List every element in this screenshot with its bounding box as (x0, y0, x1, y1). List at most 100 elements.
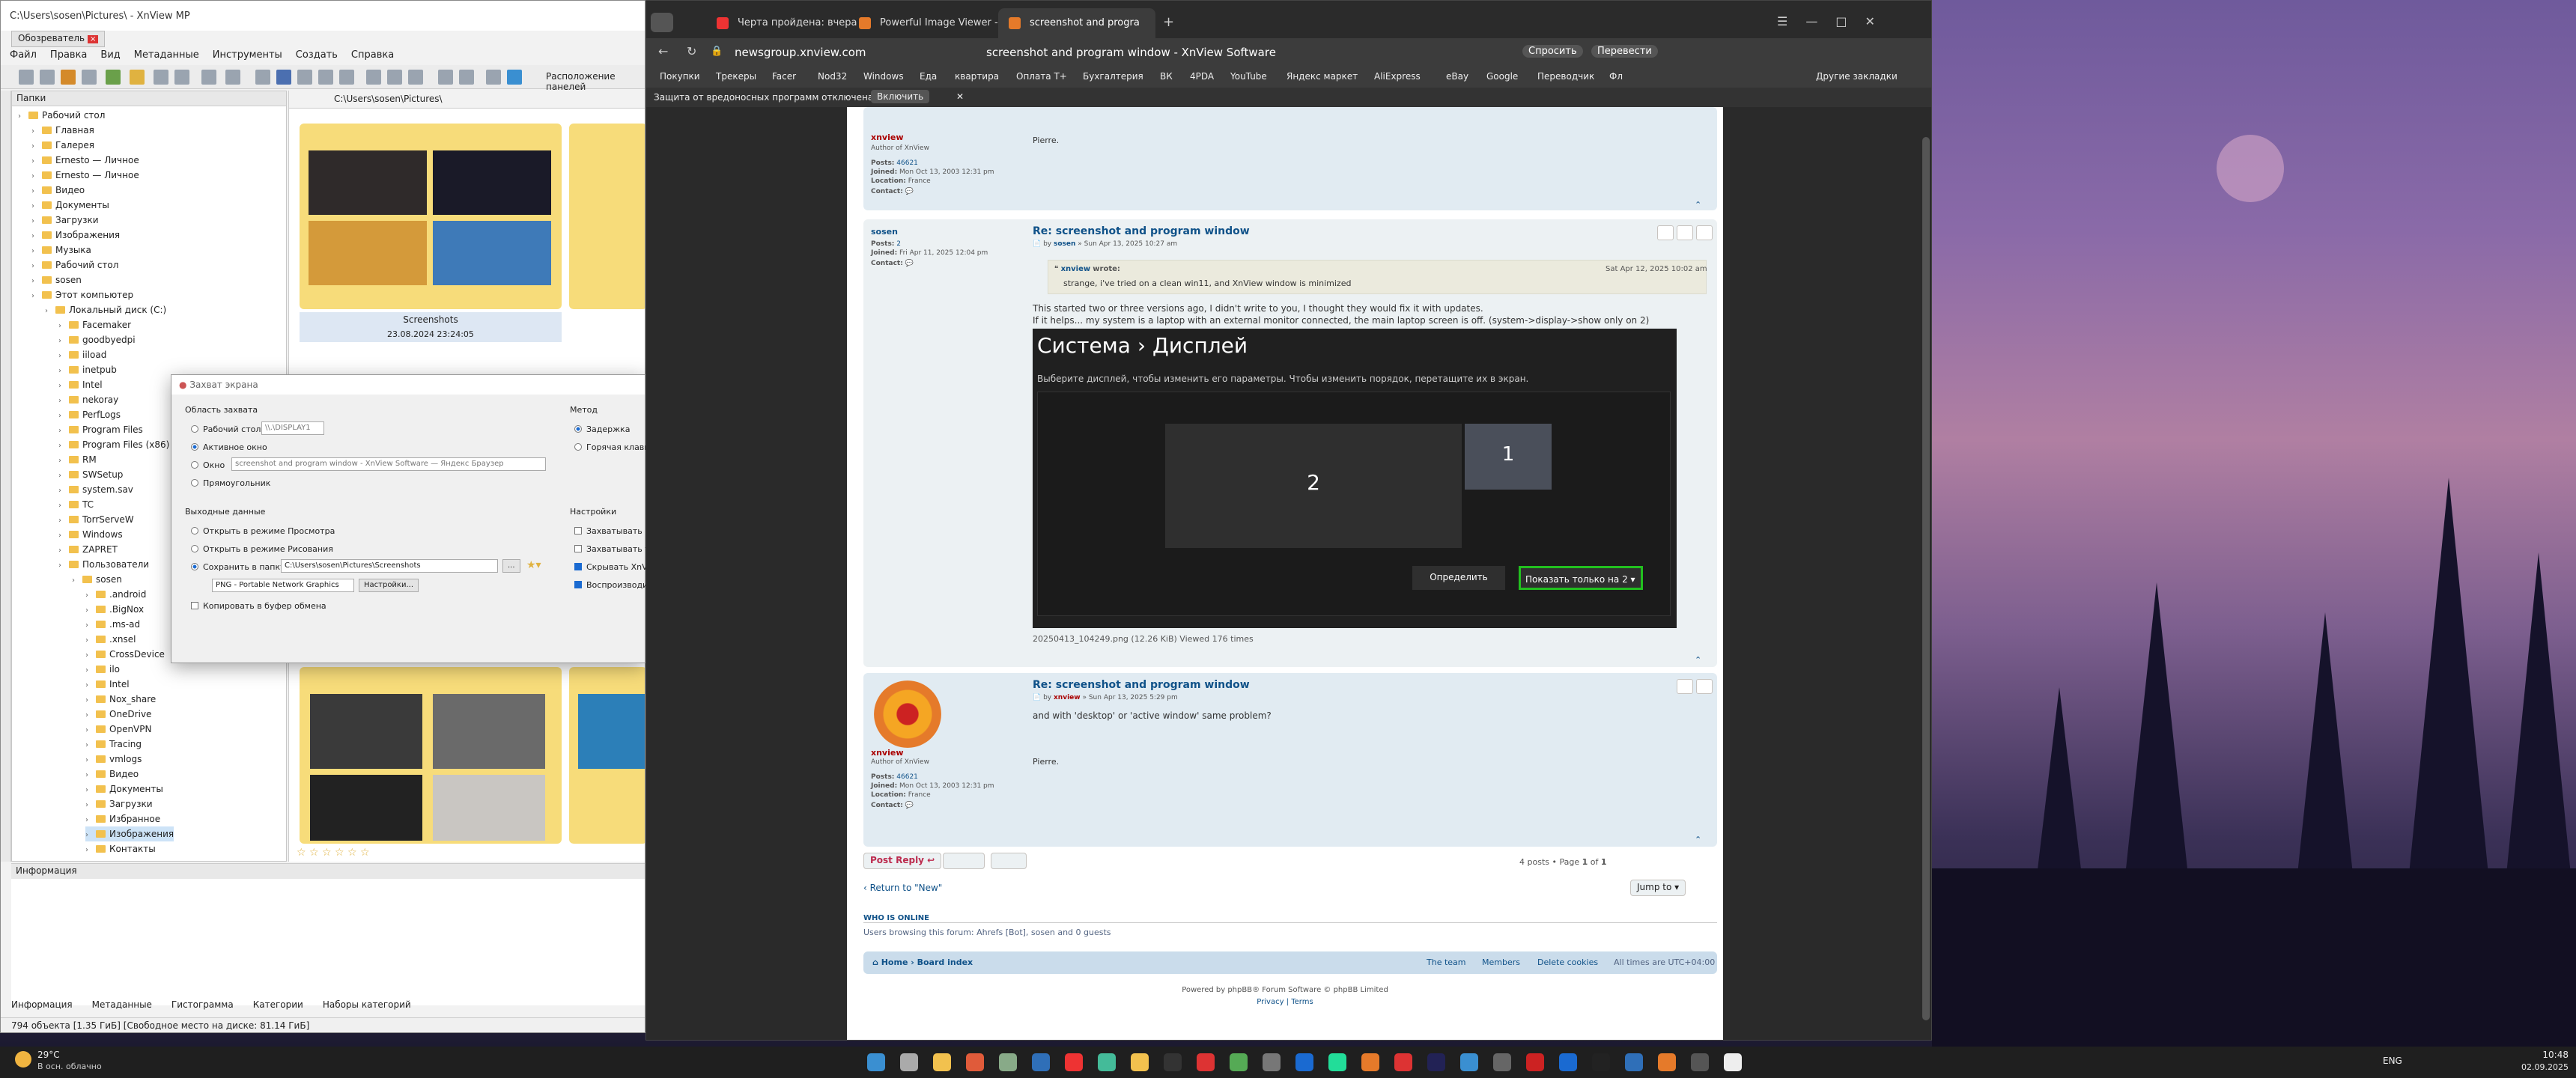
tree-item[interactable]: › Видео (31, 183, 85, 198)
chevron-right-icon[interactable]: › (31, 184, 39, 199)
chevron-right-icon[interactable]: › (31, 289, 39, 304)
folder-thumbnail[interactable] (300, 667, 562, 844)
bookmark-item[interactable]: Faсer (772, 71, 796, 82)
enable-button[interactable]: Включить (871, 90, 930, 103)
info-tab[interactable]: Информация (11, 999, 73, 1014)
tree-item[interactable]: › Видео (85, 767, 139, 782)
taskbar-app-icon[interactable] (1131, 1053, 1149, 1071)
tree-item[interactable]: › PerfLogs (58, 407, 121, 422)
chevron-right-icon[interactable]: › (58, 454, 66, 469)
tools-button[interactable] (943, 853, 985, 869)
chevron-right-icon[interactable]: › (31, 139, 39, 154)
chevron-right-icon[interactable]: › (85, 828, 93, 843)
tree-item[interactable]: › vmlogs (85, 752, 142, 767)
tree-item[interactable]: › Контакты (85, 841, 156, 856)
toolbar-icon[interactable] (61, 70, 76, 85)
tree-item[interactable]: › Рабочий стол (18, 108, 105, 123)
tree-item[interactable]: › Избранное (85, 811, 160, 826)
radio-open-paint[interactable]: Открыть в режиме Рисования (191, 544, 333, 554)
toolbar-icon[interactable] (255, 70, 270, 85)
post-author[interactable]: xnview (871, 133, 904, 142)
tree-item[interactable]: › Этот компьютер (31, 287, 133, 302)
chevron-right-icon[interactable]: › (85, 663, 93, 678)
radio-desktop[interactable]: Рабочий стол (191, 424, 261, 434)
chevron-right-icon[interactable]: › (85, 768, 93, 783)
bookmark-item[interactable]: Оплата Т+ (1016, 71, 1067, 82)
bookmark-item[interactable]: Nod32 (818, 71, 847, 82)
close-icon[interactable]: × (87, 35, 99, 43)
tree-item[interactable]: › sosen (72, 572, 122, 587)
toolbar-icon[interactable] (154, 70, 168, 85)
report-button[interactable] (1677, 679, 1693, 694)
taskbar-app-icon[interactable] (966, 1053, 984, 1071)
menu-item[interactable]: Инструменты (213, 49, 282, 61)
tree-item[interactable]: › Изображения (85, 826, 174, 841)
chevron-right-icon[interactable]: › (85, 618, 93, 633)
toolbar-icon[interactable] (507, 70, 522, 85)
chevron-right-icon[interactable]: › (58, 394, 66, 409)
taskbar-app-icon[interactable] (1065, 1053, 1083, 1071)
ask-button[interactable]: Спросить (1522, 45, 1583, 58)
bookmark-item[interactable]: Трекеры (716, 71, 756, 82)
quote-button[interactable] (1696, 225, 1713, 240)
chevron-right-icon[interactable]: › (58, 424, 66, 439)
taskbar-app-icon[interactable] (933, 1053, 951, 1071)
members-link[interactable]: Members (1482, 957, 1520, 967)
chevron-right-icon[interactable]: › (58, 543, 66, 558)
toolbar-icon[interactable] (366, 70, 381, 85)
chevron-right-icon[interactable]: › (72, 573, 79, 588)
tree-item[interactable]: › Локальный диск (C:) (45, 302, 166, 317)
tree-item[interactable]: › Загрузки (31, 213, 99, 228)
contact-icon[interactable]: 💬 (905, 802, 914, 809)
bookmark-item[interactable]: Переводчик (1537, 71, 1594, 82)
taskbar-app-icon[interactable] (1625, 1053, 1643, 1071)
translate-button[interactable]: Перевести (1591, 45, 1658, 58)
toolbar-icon[interactable] (201, 70, 216, 85)
bookmark-item[interactable]: квартира (955, 71, 999, 82)
xnview-tab-browser[interactable]: Обозреватель × (11, 31, 106, 47)
back-icon[interactable]: ← (658, 44, 668, 58)
chevron-right-icon[interactable]: › (31, 154, 39, 169)
chevron-right-icon[interactable]: › (58, 319, 66, 334)
attached-image[interactable]: Система › Дисплей Выберите дисплей, чтоб… (1033, 329, 1677, 628)
toolbar-icon[interactable] (438, 70, 453, 85)
chevron-right-icon[interactable]: › (58, 364, 66, 379)
tree-item[interactable]: › SWSetup (58, 467, 123, 482)
tree-item[interactable]: › RM (58, 452, 97, 467)
chevron-right-icon[interactable]: › (31, 214, 39, 229)
info-tab[interactable]: Наборы категорий (323, 999, 411, 1014)
chevron-right-icon[interactable]: › (31, 259, 39, 274)
tree-item[interactable]: › Program Files (58, 422, 143, 437)
language-indicator[interactable]: ENG (2383, 1056, 2402, 1066)
tree-item[interactable]: › .android (85, 587, 146, 602)
clock-date[interactable]: 02.09.2025 (2509, 1062, 2569, 1072)
radio-active-window[interactable]: Активное окно (191, 442, 267, 452)
tree-item[interactable]: › Рабочий стол (31, 258, 118, 272)
taskbar-app-icon[interactable] (1032, 1053, 1050, 1071)
chevron-right-icon[interactable]: › (85, 723, 93, 738)
tree-item[interactable]: › TC (58, 497, 94, 512)
bookmark-item[interactable]: Покупки (660, 71, 700, 82)
chevron-right-icon[interactable]: › (58, 469, 66, 484)
bookmark-item[interactable]: Бухгалтерия (1083, 71, 1143, 82)
chevron-right-icon[interactable]: › (85, 603, 93, 618)
taskbar-app-icon[interactable] (867, 1053, 885, 1071)
browse-button[interactable]: ... (502, 559, 520, 573)
taskbar-app-icon[interactable] (1658, 1053, 1676, 1071)
folder-input[interactable]: C:\Users\sosen\Pictures\Screenshots (281, 559, 498, 573)
toolbar-icon[interactable] (297, 70, 312, 85)
toolbar-icon[interactable] (225, 70, 240, 85)
window-select[interactable]: screenshot and program window - XnView S… (231, 457, 546, 471)
chevron-right-icon[interactable]: › (85, 708, 93, 723)
bookmark-item[interactable]: Яндекс маркет (1287, 71, 1358, 82)
tree-item[interactable]: › Intel (85, 677, 130, 692)
tree-item[interactable]: › OneDrive (85, 707, 151, 722)
taskbar-app-icon[interactable] (1559, 1053, 1577, 1071)
home-link[interactable]: ⌂ Home › Board index (872, 957, 973, 967)
chevron-right-icon[interactable]: › (31, 229, 39, 244)
bookmark-item[interactable]: ВК (1160, 71, 1173, 82)
taskbar-app-icon[interactable] (1098, 1053, 1116, 1071)
chevron-right-icon[interactable]: › (58, 529, 66, 543)
chevron-right-icon[interactable]: › (58, 409, 66, 424)
weather-text[interactable]: В осн. облачно (37, 1062, 102, 1071)
